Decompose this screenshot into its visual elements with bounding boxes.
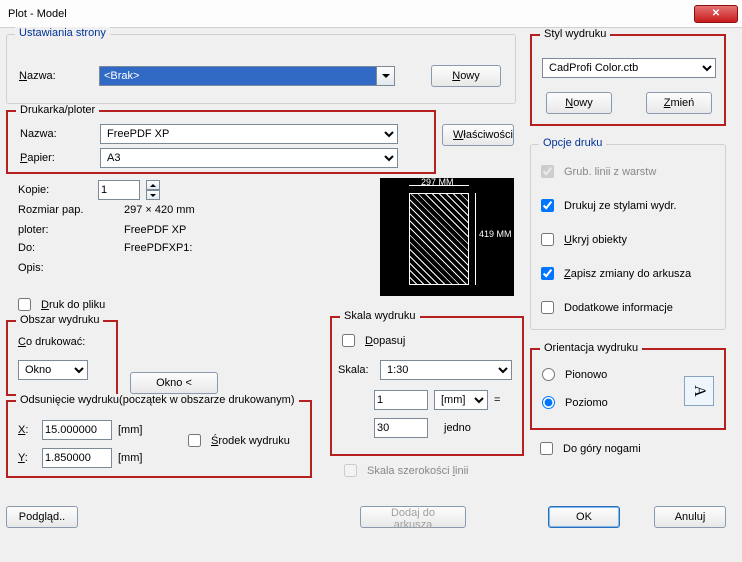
preview-button[interactable]: Podgląd.. <box>6 506 78 528</box>
copies-spinner[interactable] <box>146 180 160 200</box>
printer-legend: Drukarka/ploter <box>16 104 99 116</box>
portrait-label: Pionowo <box>565 369 607 381</box>
plotter-label: ploter: <box>18 224 118 236</box>
offset-x-input[interactable] <box>42 420 112 440</box>
opt-save-label: Zapisz zmiany do arkusza <box>564 268 691 280</box>
to-value: FreePDFXP1: <box>124 242 192 254</box>
paper-preview: 297 MM 419 MM <box>380 178 514 296</box>
cancel-button[interactable]: Anuluj <box>654 506 726 528</box>
landscape-label: Poziomo <box>565 397 608 409</box>
titlebar: Plot - Model ✕ <box>0 0 742 28</box>
scale-den-unit: jedno <box>444 422 471 434</box>
opt-styles-label: Drukuj ze stylami wydr. <box>564 200 676 212</box>
fit-label: Dopasuj <box>365 335 405 347</box>
style-new-button[interactable]: Nowy <box>546 92 612 114</box>
scale-legend: Skala wydruku <box>340 310 420 322</box>
opt-lineweights-label: Grub. linii z warstw <box>564 166 656 178</box>
opt-lineweights-checkbox <box>541 165 554 178</box>
opt-addinfo-label: Dodatkowe informacje <box>564 302 673 314</box>
chevron-down-icon[interactable] <box>377 66 395 86</box>
offset-x-label: X: <box>18 424 36 436</box>
upside-label: Do góry nogami <box>563 443 641 455</box>
opt-save-checkbox[interactable] <box>541 267 554 280</box>
scale-label: Skala: <box>338 364 374 376</box>
preview-width: 297 MM <box>421 177 454 187</box>
orient-legend: Orientacja wydruku <box>540 342 642 354</box>
center-plot-checkbox[interactable] <box>188 434 201 447</box>
pagesetup-name-label: NNazwa:azwa: <box>19 70 93 82</box>
print-to-file-checkbox[interactable] <box>18 298 31 311</box>
opt-addinfo-checkbox[interactable] <box>541 301 554 314</box>
options-group: Opcje druku Grub. linii z warstw Drukuj … <box>530 144 726 330</box>
pagesetup-new-button[interactable]: NNowyowy <box>431 65 501 87</box>
offset-x-unit: [mm] <box>118 424 142 436</box>
desc-label: Opis: <box>18 262 118 274</box>
area-group: Obszar wydruku Co drukować: Okno <box>6 320 118 396</box>
scale-unit-select[interactable]: [mm] <box>434 390 488 410</box>
plotter-value: FreePDF XP <box>124 224 186 236</box>
print-to-file-label: Druk do pliku <box>41 299 105 311</box>
area-legend: Obszar wydruku <box>16 314 103 326</box>
preview-height: 419 MM <box>479 229 512 239</box>
offset-y-unit: [mm] <box>118 452 142 464</box>
scale-lw-checkbox <box>344 464 357 477</box>
close-button[interactable]: ✕ <box>694 5 738 23</box>
papersize-value: 297 × 420 mm <box>124 204 195 216</box>
orientation-icon: A <box>684 376 714 406</box>
printer-props-button[interactable]: Właściwości <box>442 124 514 146</box>
paper-label: Papier: <box>20 152 94 164</box>
offset-y-label: Y: <box>18 452 36 464</box>
ok-button[interactable]: OK <box>548 506 620 528</box>
center-plot-label: Środek wydruku <box>211 435 290 447</box>
style-legend: Styl wydruku <box>540 28 610 40</box>
add-sheet-button: Dodaj do arkusza <box>360 506 466 528</box>
window-title: Plot - Model <box>4 8 694 20</box>
options-legend: Opcje druku <box>539 137 606 149</box>
style-select[interactable]: CadProfi Color.ctb <box>542 58 716 78</box>
scale-group: Skala wydruku Dopasuj Skala: 1:30 [mm] =… <box>330 316 524 456</box>
scale-num-input[interactable] <box>374 390 428 410</box>
style-group: Styl wydruku CadProfi Color.ctb Nowy Zmi… <box>530 34 726 126</box>
portrait-radio[interactable] <box>542 368 555 381</box>
scale-eq: = <box>494 394 500 406</box>
area-what-select[interactable]: Okno <box>18 360 88 380</box>
orient-group: Orientacja wydruku Pionowo Poziomo A <box>530 348 726 430</box>
offset-group: Odsunięcie wydruku(początek w obszarze d… <box>6 400 312 478</box>
printer-name-select[interactable]: FreePDF XP <box>100 124 398 144</box>
opt-styles-checkbox[interactable] <box>541 199 554 212</box>
landscape-radio[interactable] <box>542 396 555 409</box>
copies-label: Kopie: <box>18 184 92 196</box>
scale-select[interactable]: 1:30 <box>380 360 512 380</box>
opt-hide-checkbox[interactable] <box>541 233 554 246</box>
printer-group: Drukarka/ploter Nazwa: FreePDF XP Papier… <box>6 110 436 174</box>
to-label: Do: <box>18 242 118 254</box>
offset-y-input[interactable] <box>42 448 112 468</box>
scale-den-input[interactable] <box>374 418 428 438</box>
scale-lw-label: Skala szerokości linii <box>367 465 469 477</box>
paper-select[interactable]: A3 <box>100 148 398 168</box>
area-window-button[interactable]: Okno < <box>130 372 218 394</box>
opt-hide-label: Ukryj obiekty <box>564 234 627 246</box>
fit-checkbox[interactable] <box>342 334 355 347</box>
style-edit-button[interactable]: Zmień <box>646 92 712 114</box>
pagesetup-name-select[interactable]: <Brak> <box>99 66 395 86</box>
area-what-label: Co drukować: <box>18 336 85 348</box>
papersize-label: Rozmiar pap. <box>18 204 118 216</box>
page-setup-group: Ustawiania strony NNazwa:azwa: <Brak> NN… <box>6 34 516 104</box>
offset-legend: Odsunięcie wydruku(początek w obszarze d… <box>16 394 299 406</box>
upside-checkbox[interactable] <box>540 442 553 455</box>
printer-name-label: Nazwa: <box>20 128 94 140</box>
page-setup-legend: Ustawiania strony <box>15 27 110 39</box>
copies-input[interactable] <box>98 180 140 200</box>
